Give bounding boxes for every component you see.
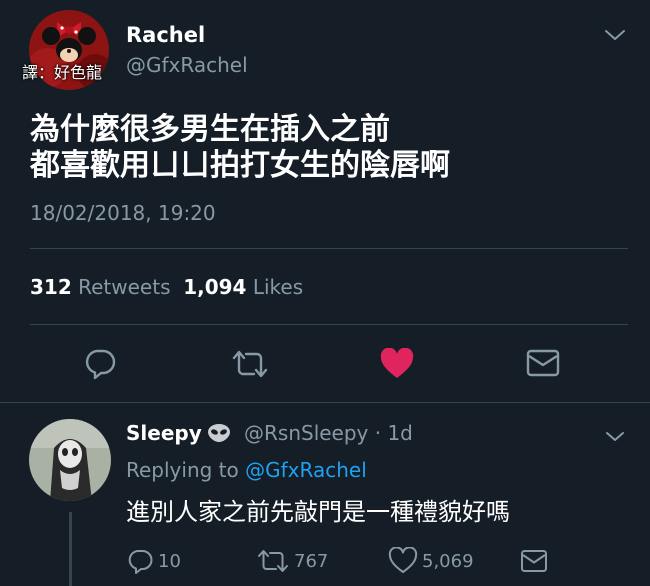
reply-icon <box>128 550 153 574</box>
reply-count: 10 <box>158 550 181 572</box>
chevron-down-icon[interactable] <box>605 430 625 443</box>
tweet-text: 為什麼很多男生在插入之前 都喜歡用ㄩㄩ拍打女生的陰唇啊 <box>30 112 450 184</box>
replying-to-mention[interactable]: @GfxRachel <box>245 458 367 482</box>
retweet-icon <box>258 550 288 572</box>
retweet-icon[interactable] <box>230 348 270 380</box>
like-action[interactable]: 5,069 <box>388 547 474 575</box>
replying-to: Replying to @GfxRachel <box>126 457 367 483</box>
retweets-label: Retweets <box>78 275 171 299</box>
reply-action[interactable]: 10 <box>126 547 181 575</box>
retweet-action[interactable]: 767 <box>256 547 328 575</box>
avatar-watermark: 譯：好色龍 <box>22 63 103 82</box>
divider <box>30 248 628 249</box>
likes-stat[interactable]: 1,094 Likes <box>183 275 303 299</box>
author-name[interactable]: Rachel <box>126 21 205 49</box>
message-action[interactable] <box>520 547 552 575</box>
envelope-icon <box>521 550 547 572</box>
tweet-text-line: 為什麼很多男生在插入之前 <box>30 112 390 147</box>
retweet-count: 767 <box>294 550 329 572</box>
tweet-timestamp[interactable]: 18/02/2018, 19:20 <box>30 200 216 226</box>
reply-author-name[interactable]: Sleepy <box>126 420 202 446</box>
envelope-icon[interactable] <box>526 348 560 378</box>
retweets-stat[interactable]: 312 Retweets <box>30 275 170 299</box>
tweet-text-line: 都喜歡用ㄩㄩ拍打女生的陰唇啊 <box>30 148 450 183</box>
ghost-avatar-image <box>29 419 111 501</box>
author-handle[interactable]: @GfxRachel <box>126 52 248 78</box>
divider <box>30 324 628 325</box>
chevron-down-icon[interactable] <box>604 28 626 42</box>
reply-icon[interactable] <box>83 346 117 380</box>
heart-icon[interactable] <box>380 348 414 380</box>
heart-icon <box>388 547 418 573</box>
tweet-page: 譯：好色龍 Rachel @GfxRachel 為什麼很多男生在插入之前 都喜歡… <box>0 0 650 586</box>
section-divider <box>0 402 650 403</box>
retweets-count: 312 <box>30 275 72 299</box>
likes-count: 1,094 <box>183 275 247 299</box>
replying-prefix: Replying to <box>126 458 239 482</box>
likes-label: Likes <box>252 275 304 299</box>
main-tweet: 譯：好色龍 Rachel @GfxRachel 為什麼很多男生在插入之前 都喜歡… <box>0 0 650 402</box>
like-count: 5,069 <box>422 550 474 572</box>
tweet-stats: 312 Retweets 1,094 Likes <box>30 274 303 300</box>
thread-line <box>69 512 72 586</box>
alien-icon <box>208 424 230 442</box>
reply-text: 進別人家之前先敲門是一種禮貌好嗎 <box>126 498 510 526</box>
reply-author-handle[interactable]: @RsnSleepy · 1d <box>244 420 413 446</box>
reply-avatar[interactable] <box>28 418 112 502</box>
